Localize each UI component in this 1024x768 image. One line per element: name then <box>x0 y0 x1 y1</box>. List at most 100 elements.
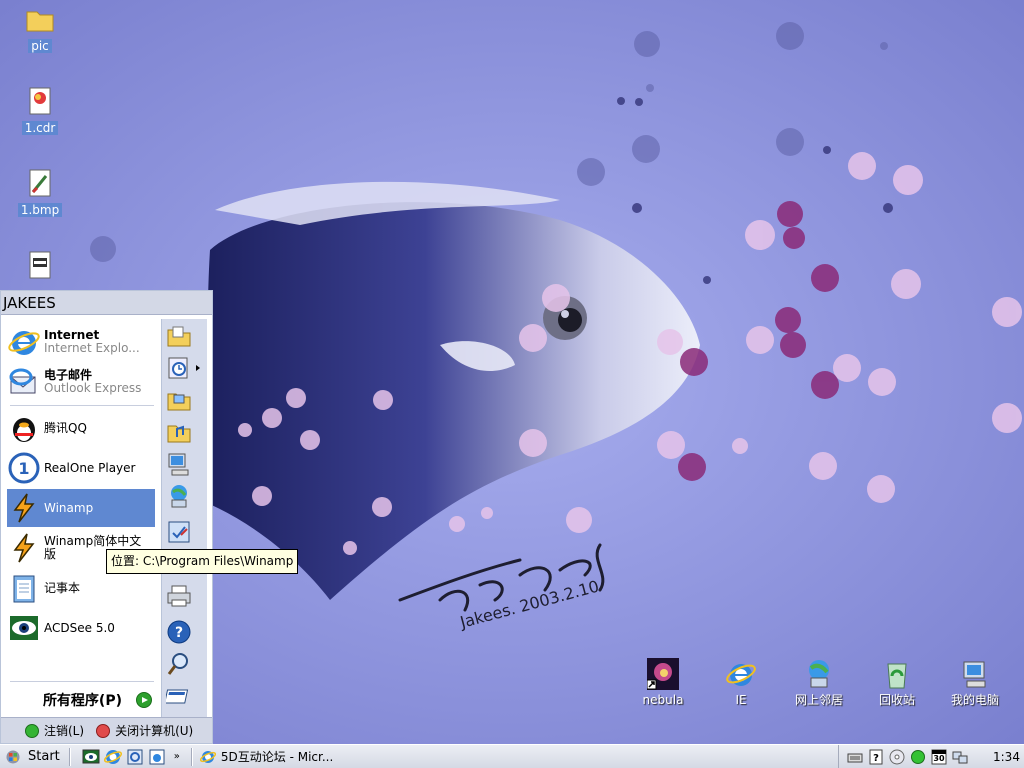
desktop-icon-network-places[interactable]: 网上邻居 <box>779 658 859 707</box>
all-programs-button[interactable]: 所有程序(P) <box>4 689 158 711</box>
green-arrow-icon <box>136 692 152 708</box>
desktop-icon-nebula[interactable]: nebula <box>623 658 703 707</box>
desktop-icon-label: pic <box>28 39 52 53</box>
start-menu-separator <box>10 681 154 682</box>
desktop-icon-bmp[interactable]: 1.bmp <box>0 168 80 217</box>
keyboard-icon[interactable] <box>847 749 863 765</box>
start-item-label: 腾讯QQ <box>44 420 87 435</box>
start-item-notepad[interactable]: 记事本 <box>7 569 155 607</box>
desktop-icon-my-computer[interactable]: 我的电脑 <box>935 658 1015 707</box>
my-music-folder-icon[interactable] <box>166 419 192 445</box>
task-button-label: 5D互动论坛 - Micr... <box>220 750 334 764</box>
ie-window-icon[interactable] <box>148 748 166 766</box>
quicklaunch-overflow-button[interactable]: » <box>174 751 180 762</box>
start-menu-separator <box>10 405 154 406</box>
task-button-5d-forum[interactable]: 5D互动论坛 - Micr... <box>196 746 351 768</box>
logoff-icon <box>25 723 39 738</box>
show-desktop-icon[interactable] <box>82 748 100 766</box>
logoff-label: 注销(L) <box>44 724 85 738</box>
acdsee-eye-icon <box>7 611 41 645</box>
logoff-button[interactable]: 注销(L) <box>25 722 84 739</box>
document-file-icon <box>24 250 56 282</box>
internet-explorer-icon <box>199 749 217 765</box>
run-icon[interactable] <box>164 683 192 709</box>
all-programs-label: 所有程序(P) <box>42 693 122 709</box>
desktop-icon-label: 我的电脑 <box>950 693 999 707</box>
my-computer-icon[interactable] <box>166 451 192 477</box>
coreldraw-file-icon <box>24 86 56 118</box>
help-icon[interactable]: ? <box>868 749 884 765</box>
start-item-qq[interactable]: 腾讯QQ <box>7 409 155 447</box>
recent-documents-icon[interactable] <box>166 355 192 381</box>
printers-icon[interactable] <box>166 583 192 609</box>
control-panel-icon[interactable] <box>166 519 192 545</box>
outlook-express-icon <box>7 365 41 399</box>
outlook-icon[interactable] <box>126 748 144 766</box>
taskbar: Start » 5D互动论坛 - Micr... ? 30 1:34 <box>0 744 1024 768</box>
start-item-label: RealOne Player <box>44 460 136 475</box>
folder-icon <box>24 4 56 36</box>
desktop-icon-psd[interactable] <box>0 250 80 285</box>
desktop-icon-ie[interactable]: IE <box>701 658 781 707</box>
winamp-icon <box>7 491 41 525</box>
recycle-bin-icon <box>881 658 913 690</box>
start-item-acdsee[interactable]: ACDSee 5.0 <box>7 609 155 647</box>
start-menu-programs-pane: Internet Internet Explo... 电子邮件 Outlook Ex… <box>4 319 158 717</box>
start-item-realone[interactable]: 1 RealOne Player <box>7 449 155 487</box>
bitmap-file-icon <box>24 168 56 200</box>
start-menu-places-pane: ? <box>161 319 207 717</box>
network-tray-icon[interactable] <box>952 749 968 765</box>
desktop-icon-label: 1.bmp <box>17 203 63 217</box>
desktop-icon-pic[interactable]: pic <box>0 4 80 53</box>
desktop-icon-label: IE <box>735 693 747 707</box>
start-item-internet[interactable]: Internet Internet Explo... <box>7 323 155 361</box>
desktop-icon-label: 回收站 <box>878 693 915 707</box>
my-documents-folder-icon[interactable] <box>166 323 192 349</box>
start-item-subtitle: Outlook Express <box>44 381 142 395</box>
desktop-icon-label: 网上邻居 <box>794 693 843 707</box>
network-places-icon <box>803 658 835 690</box>
green-status-icon[interactable] <box>910 749 926 765</box>
start-button[interactable]: Start <box>0 746 66 768</box>
notepad-icon <box>7 571 41 605</box>
svg-text:?: ? <box>873 753 879 764</box>
internet-explorer-icon[interactable] <box>103 748 122 766</box>
start-item-winamp[interactable]: Winamp <box>7 489 155 527</box>
winamp-icon <box>7 531 41 565</box>
start-item-label: Winamp <box>44 500 94 515</box>
start-item-email[interactable]: 电子邮件 Outlook Express <box>7 363 155 401</box>
power-icon <box>96 723 111 738</box>
cd-icon[interactable] <box>889 749 905 765</box>
internet-explorer-icon <box>725 658 757 690</box>
winamp-location-tooltip: 位置: C:\Program Files\Winamp <box>106 549 299 574</box>
system-tray: ? 30 1:34 <box>838 745 1024 768</box>
network-icon[interactable] <box>166 483 192 509</box>
svg-text:?: ? <box>175 625 183 641</box>
search-icon[interactable] <box>166 651 192 677</box>
submenu-arrow-icon <box>196 365 200 371</box>
internet-explorer-icon <box>7 325 41 359</box>
start-item-label: 记事本 <box>44 580 81 595</box>
windows-logo-icon <box>6 750 20 764</box>
nebula-shortcut-icon <box>646 658 679 690</box>
calendar-30-icon[interactable]: 30 <box>931 749 947 765</box>
realone-player-icon: 1 <box>7 451 41 485</box>
desktop-icon-recycle-bin[interactable]: 回收站 <box>857 658 937 707</box>
calendar-day: 30 <box>933 753 945 763</box>
qq-penguin-icon <box>7 411 41 445</box>
start-menu: JAKEES Internet Internet Explo... 电子邮件 Out… <box>0 290 213 744</box>
start-menu-footer: 注销(L) 关闭计算机(U) <box>1 717 212 743</box>
clock[interactable]: 1:34 <box>993 750 1020 764</box>
start-label: Start <box>28 749 60 764</box>
taskbar-separator <box>190 747 193 766</box>
desktop-icon-label: nebula <box>642 693 684 707</box>
start-item-label: ACDSee 5.0 <box>44 620 115 635</box>
my-pictures-folder-icon[interactable] <box>166 387 192 413</box>
start-item-subtitle: Internet Explo... <box>44 341 140 355</box>
shutdown-button[interactable]: 关闭计算机(U) <box>96 722 193 739</box>
help-icon[interactable]: ? <box>166 619 192 645</box>
desktop-icon-label: 1.cdr <box>21 121 59 135</box>
desktop-icon-cdr[interactable]: 1.cdr <box>0 86 80 135</box>
svg-text:1: 1 <box>18 459 29 478</box>
shutdown-label: 关闭计算机(U) <box>115 724 194 738</box>
